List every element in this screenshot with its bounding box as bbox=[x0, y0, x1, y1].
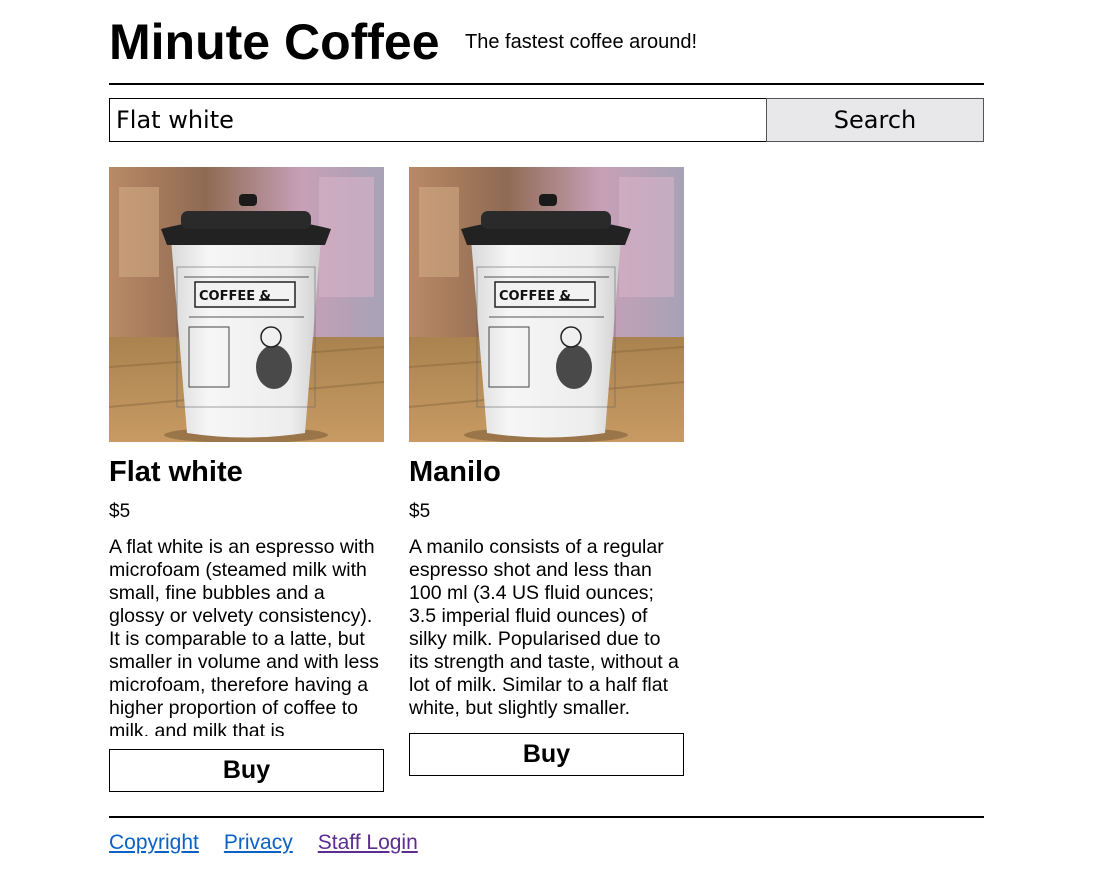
cup-print-sign-text: COFFEE & bbox=[199, 289, 271, 304]
staff-login-link[interactable]: Staff Login bbox=[318, 830, 418, 856]
product-price: $5 bbox=[109, 501, 131, 522]
search-form: Search bbox=[109, 98, 984, 142]
site-title: Minute Coffee bbox=[109, 14, 440, 70]
product-image: COFFEE & bbox=[109, 167, 384, 442]
product-title: Flat white bbox=[109, 456, 243, 488]
footer-nav: Copyright Privacy Staff Login bbox=[109, 830, 418, 856]
search-input[interactable] bbox=[109, 98, 766, 142]
product-description: A manilo consists of a regular espresso … bbox=[409, 536, 679, 719]
product-image: COFFEE & bbox=[409, 167, 684, 442]
site-tagline: The fastest coffee around! bbox=[465, 31, 698, 53]
product-card: COFFEE & Flat white $5 A flat white is a… bbox=[109, 167, 384, 792]
product-card: COFFEE & Manilo $5 A manilo consists of … bbox=[409, 167, 684, 776]
footer-divider bbox=[109, 816, 984, 818]
header-divider bbox=[109, 83, 984, 85]
site-header: Minute Coffee The fastest coffee around! bbox=[109, 10, 984, 84]
product-title: Manilo bbox=[409, 456, 501, 488]
product-description: A flat white is an espresso with microfo… bbox=[109, 536, 379, 736]
privacy-link[interactable]: Privacy bbox=[224, 830, 293, 856]
buy-button[interactable]: Buy bbox=[109, 749, 384, 792]
cup-print-sign-text: COFFEE & bbox=[499, 289, 571, 304]
copyright-link[interactable]: Copyright bbox=[109, 830, 199, 856]
search-button[interactable]: Search bbox=[766, 98, 984, 142]
product-price: $5 bbox=[409, 501, 431, 522]
buy-button[interactable]: Buy bbox=[409, 733, 684, 776]
